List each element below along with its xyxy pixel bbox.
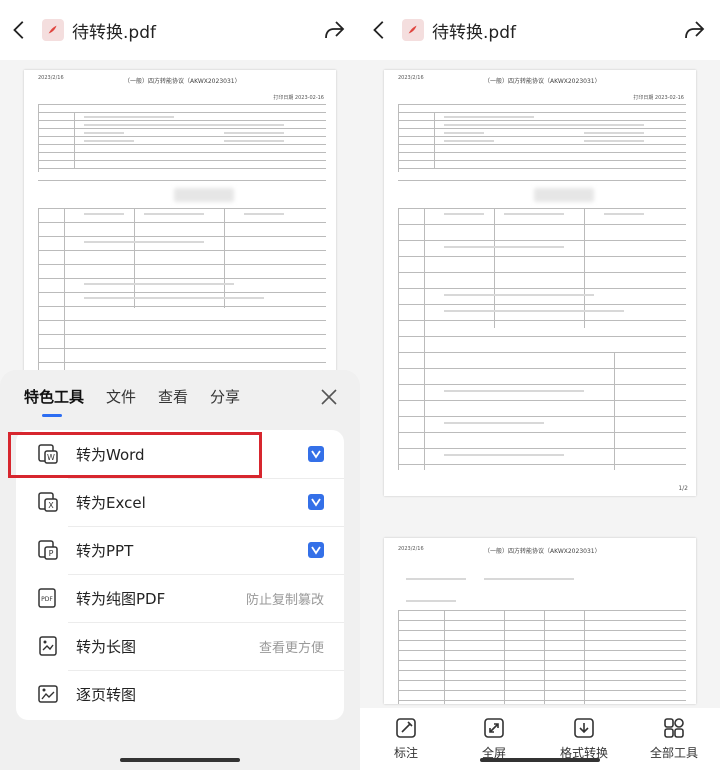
close-icon[interactable] bbox=[320, 388, 338, 406]
doc-date: 2023/2/16 bbox=[398, 546, 424, 552]
convert-to-image-pdf-button[interactable]: PDF 转为纯图PDF 防止复制篡改 bbox=[16, 574, 344, 622]
doc-print-date: 打印日期 2023-02-16 bbox=[633, 95, 684, 101]
back-button[interactable] bbox=[360, 0, 400, 60]
right-screen: 待转换.pdf 2023/2/16 （一般）四方转能协议（AKWX2023031… bbox=[360, 0, 720, 770]
ppt-convert-icon: P bbox=[38, 540, 58, 560]
vip-badge-icon bbox=[308, 542, 324, 558]
doc-title: （一般）四方转能协议（AKWX2023031） bbox=[484, 78, 601, 85]
tab-featured-tools[interactable]: 特色工具 bbox=[24, 386, 84, 417]
svg-text:P: P bbox=[49, 549, 54, 558]
image-pdf-hint: 防止复制篡改 bbox=[245, 592, 324, 608]
convert-to-ppt-label: 转为PPT bbox=[76, 541, 134, 560]
top-bar: 待转换.pdf bbox=[360, 0, 720, 60]
page-to-image-label: 逐页转图 bbox=[76, 685, 137, 704]
fullscreen-button[interactable]: 全屏 bbox=[454, 716, 534, 761]
page-image-icon bbox=[38, 685, 58, 703]
home-indicator bbox=[120, 758, 240, 762]
long-image-icon bbox=[39, 636, 57, 656]
image-pdf-icon: PDF bbox=[38, 588, 56, 608]
vip-badge-icon bbox=[308, 446, 324, 462]
doc-title: （一般）四方转能协议（AKWX2023031） bbox=[484, 548, 601, 555]
all-tools-icon bbox=[664, 718, 684, 738]
all-tools-button[interactable]: 全部工具 bbox=[634, 716, 714, 761]
convert-to-image-pdf-label: 转为纯图PDF bbox=[76, 589, 166, 608]
format-convert-icon bbox=[574, 718, 594, 738]
format-convert-button[interactable]: 格式转换 bbox=[544, 716, 624, 761]
convert-to-ppt-button[interactable]: P 转为PPT bbox=[16, 526, 344, 574]
page-to-image-button[interactable]: 逐页转图 bbox=[16, 670, 344, 718]
tab-file[interactable]: 文件 bbox=[106, 386, 136, 417]
sheet-tabs: 特色工具 文件 查看 分享 bbox=[24, 386, 240, 417]
convert-to-long-image-label: 转为长图 bbox=[76, 637, 137, 656]
tools-bottom-sheet: 特色工具 文件 查看 分享 W 转为Word X 转为Excel P 转为PPT… bbox=[0, 370, 360, 770]
back-button[interactable] bbox=[0, 0, 40, 60]
doc-date: 2023/2/16 bbox=[38, 75, 64, 81]
page-indicator: 1/2 bbox=[678, 485, 688, 492]
file-title: 待转换.pdf bbox=[72, 22, 156, 43]
pdf-file-icon bbox=[402, 19, 424, 41]
share-icon[interactable] bbox=[682, 18, 706, 42]
document-page-2: 2023/2/16 （一般）四方转能协议（AKWX2023031） bbox=[384, 538, 696, 704]
back-arrow-icon bbox=[13, 21, 24, 39]
top-bar: 待转换.pdf bbox=[0, 0, 360, 60]
vip-badge-icon bbox=[308, 494, 324, 510]
back-arrow-icon bbox=[373, 21, 384, 39]
tab-share[interactable]: 分享 bbox=[210, 386, 240, 417]
all-tools-label: 全部工具 bbox=[649, 746, 698, 760]
convert-to-long-image-button[interactable]: 转为长图 查看更方便 bbox=[16, 622, 344, 670]
convert-to-excel-button[interactable]: X 转为Excel bbox=[16, 478, 344, 526]
highlight-box bbox=[8, 432, 262, 478]
doc-print-date: 打印日期 2023-02-16 bbox=[273, 95, 324, 101]
doc-title: （一般）四方转能协议（AKWX2023031） bbox=[124, 78, 241, 85]
document-page-1: 2023/2/16 （一般）四方转能协议（AKWX2023031） 打印日期 2… bbox=[384, 70, 696, 496]
tab-view[interactable]: 查看 bbox=[158, 386, 188, 417]
document-page: 2023/2/16 （一般）四方转能协议（AKWX2023031） 打印日期 2… bbox=[24, 70, 336, 380]
annotate-icon bbox=[396, 718, 416, 738]
file-title: 待转换.pdf bbox=[432, 22, 516, 43]
fullscreen-icon bbox=[484, 718, 504, 738]
annotate-label: 标注 bbox=[393, 746, 418, 760]
svg-text:X: X bbox=[48, 501, 54, 510]
pdf-file-icon bbox=[42, 19, 64, 41]
long-image-hint: 查看更方便 bbox=[258, 640, 324, 656]
svg-text:PDF: PDF bbox=[41, 596, 53, 603]
doc-date: 2023/2/16 bbox=[398, 75, 424, 81]
convert-to-excel-label: 转为Excel bbox=[76, 493, 146, 512]
left-screen: 待转换.pdf 2023/2/16 （一般）四方转能协议（AKWX2023031… bbox=[0, 0, 360, 770]
home-indicator bbox=[480, 758, 600, 762]
share-icon[interactable] bbox=[322, 18, 346, 42]
annotate-button[interactable]: 标注 bbox=[366, 716, 446, 761]
excel-convert-icon: X bbox=[38, 492, 58, 512]
